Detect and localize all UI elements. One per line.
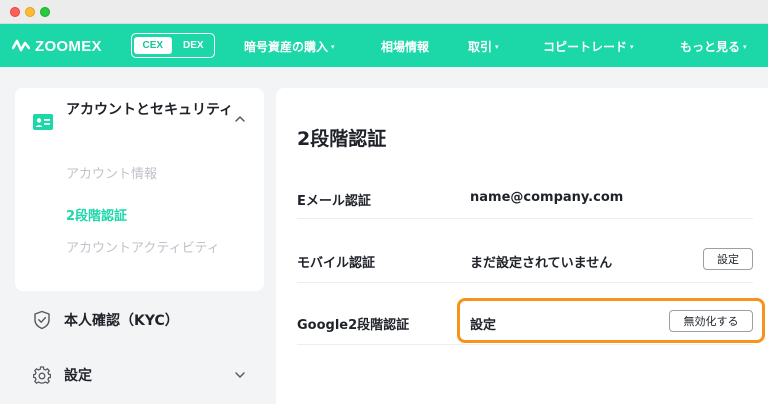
top-navigation-bar: ZOOMEX CEX DEX 暗号資産の購入 ▾ 相場情報 取引 ▾ コピートレ… (0, 24, 768, 67)
close-window-button[interactable] (10, 7, 20, 17)
cex-dex-switch: CEX DEX (131, 33, 215, 58)
id-card-icon (33, 114, 53, 130)
chevron-down-icon: ▾ (630, 42, 634, 51)
nav-buy-crypto[interactable]: 暗号資産の購入 ▾ (244, 38, 335, 55)
sidebar-item-two-factor-auth[interactable]: 2段階認証 (66, 205, 127, 224)
sidebar-item-account-info[interactable]: アカウント情報 (66, 163, 157, 182)
nav-buy-crypto-label: 暗号資産の購入 (244, 40, 329, 54)
chevron-down-icon[interactable] (234, 369, 246, 381)
chevron-up-icon[interactable] (234, 113, 246, 125)
email-auth-value: name@company.com (470, 190, 624, 205)
email-auth-label: Eメール認証 (297, 194, 371, 209)
nav-markets-label: 相場情報 (381, 40, 430, 54)
minimize-window-button[interactable] (25, 7, 35, 17)
chevron-down-icon: ▾ (743, 42, 747, 51)
google-auth-label: Google2段階認証 (297, 318, 410, 333)
nav-more[interactable]: もっと見る ▾ (680, 38, 747, 55)
sidebar-item-account-activity[interactable]: アカウントアクティビティ (66, 240, 226, 258)
nav-markets[interactable]: 相場情報 (381, 38, 429, 55)
nav-trade[interactable]: 取引 ▾ (468, 38, 499, 55)
dex-option[interactable]: DEX (175, 37, 213, 54)
sidebar-item-settings[interactable]: 設定 (33, 365, 92, 385)
chevron-down-icon: ▾ (331, 42, 335, 51)
gear-icon (33, 366, 51, 384)
mobile-auth-value: まだ設定されていません (470, 256, 613, 271)
sidebar-item-settings-label: 設定 (64, 368, 92, 384)
brand-logo[interactable]: ZOOMEX (12, 36, 102, 56)
cex-option[interactable]: CEX (134, 37, 172, 54)
sidebar-item-kyc-label: 本人確認（KYC） (64, 313, 179, 329)
nav-more-label: もっと見る (680, 40, 741, 54)
google-auth-highlight-box (457, 298, 765, 343)
window-titlebar (0, 0, 768, 24)
nav-copy-trade[interactable]: コピートレード ▾ (543, 38, 634, 55)
logo-mark-icon (12, 39, 30, 52)
row-divider (297, 218, 753, 219)
chevron-down-icon: ▾ (495, 42, 499, 51)
page-title: 2段階認証 (297, 128, 387, 150)
maximize-window-button[interactable] (40, 7, 50, 17)
row-divider (297, 282, 753, 283)
row-divider (297, 344, 753, 345)
nav-trade-label: 取引 (468, 40, 493, 54)
brand-name: ZOOMEX (35, 37, 102, 55)
mobile-auth-setup-button[interactable]: 設定 (703, 248, 753, 270)
nav-copy-trade-label: コピートレード (543, 40, 628, 54)
mobile-auth-label: モバイル認証 (297, 256, 376, 271)
shield-check-icon (34, 310, 50, 330)
sidebar-section-account-security[interactable]: アカウントとセキュリティ (66, 99, 236, 121)
sidebar-item-kyc[interactable]: 本人確認（KYC） (33, 310, 179, 330)
